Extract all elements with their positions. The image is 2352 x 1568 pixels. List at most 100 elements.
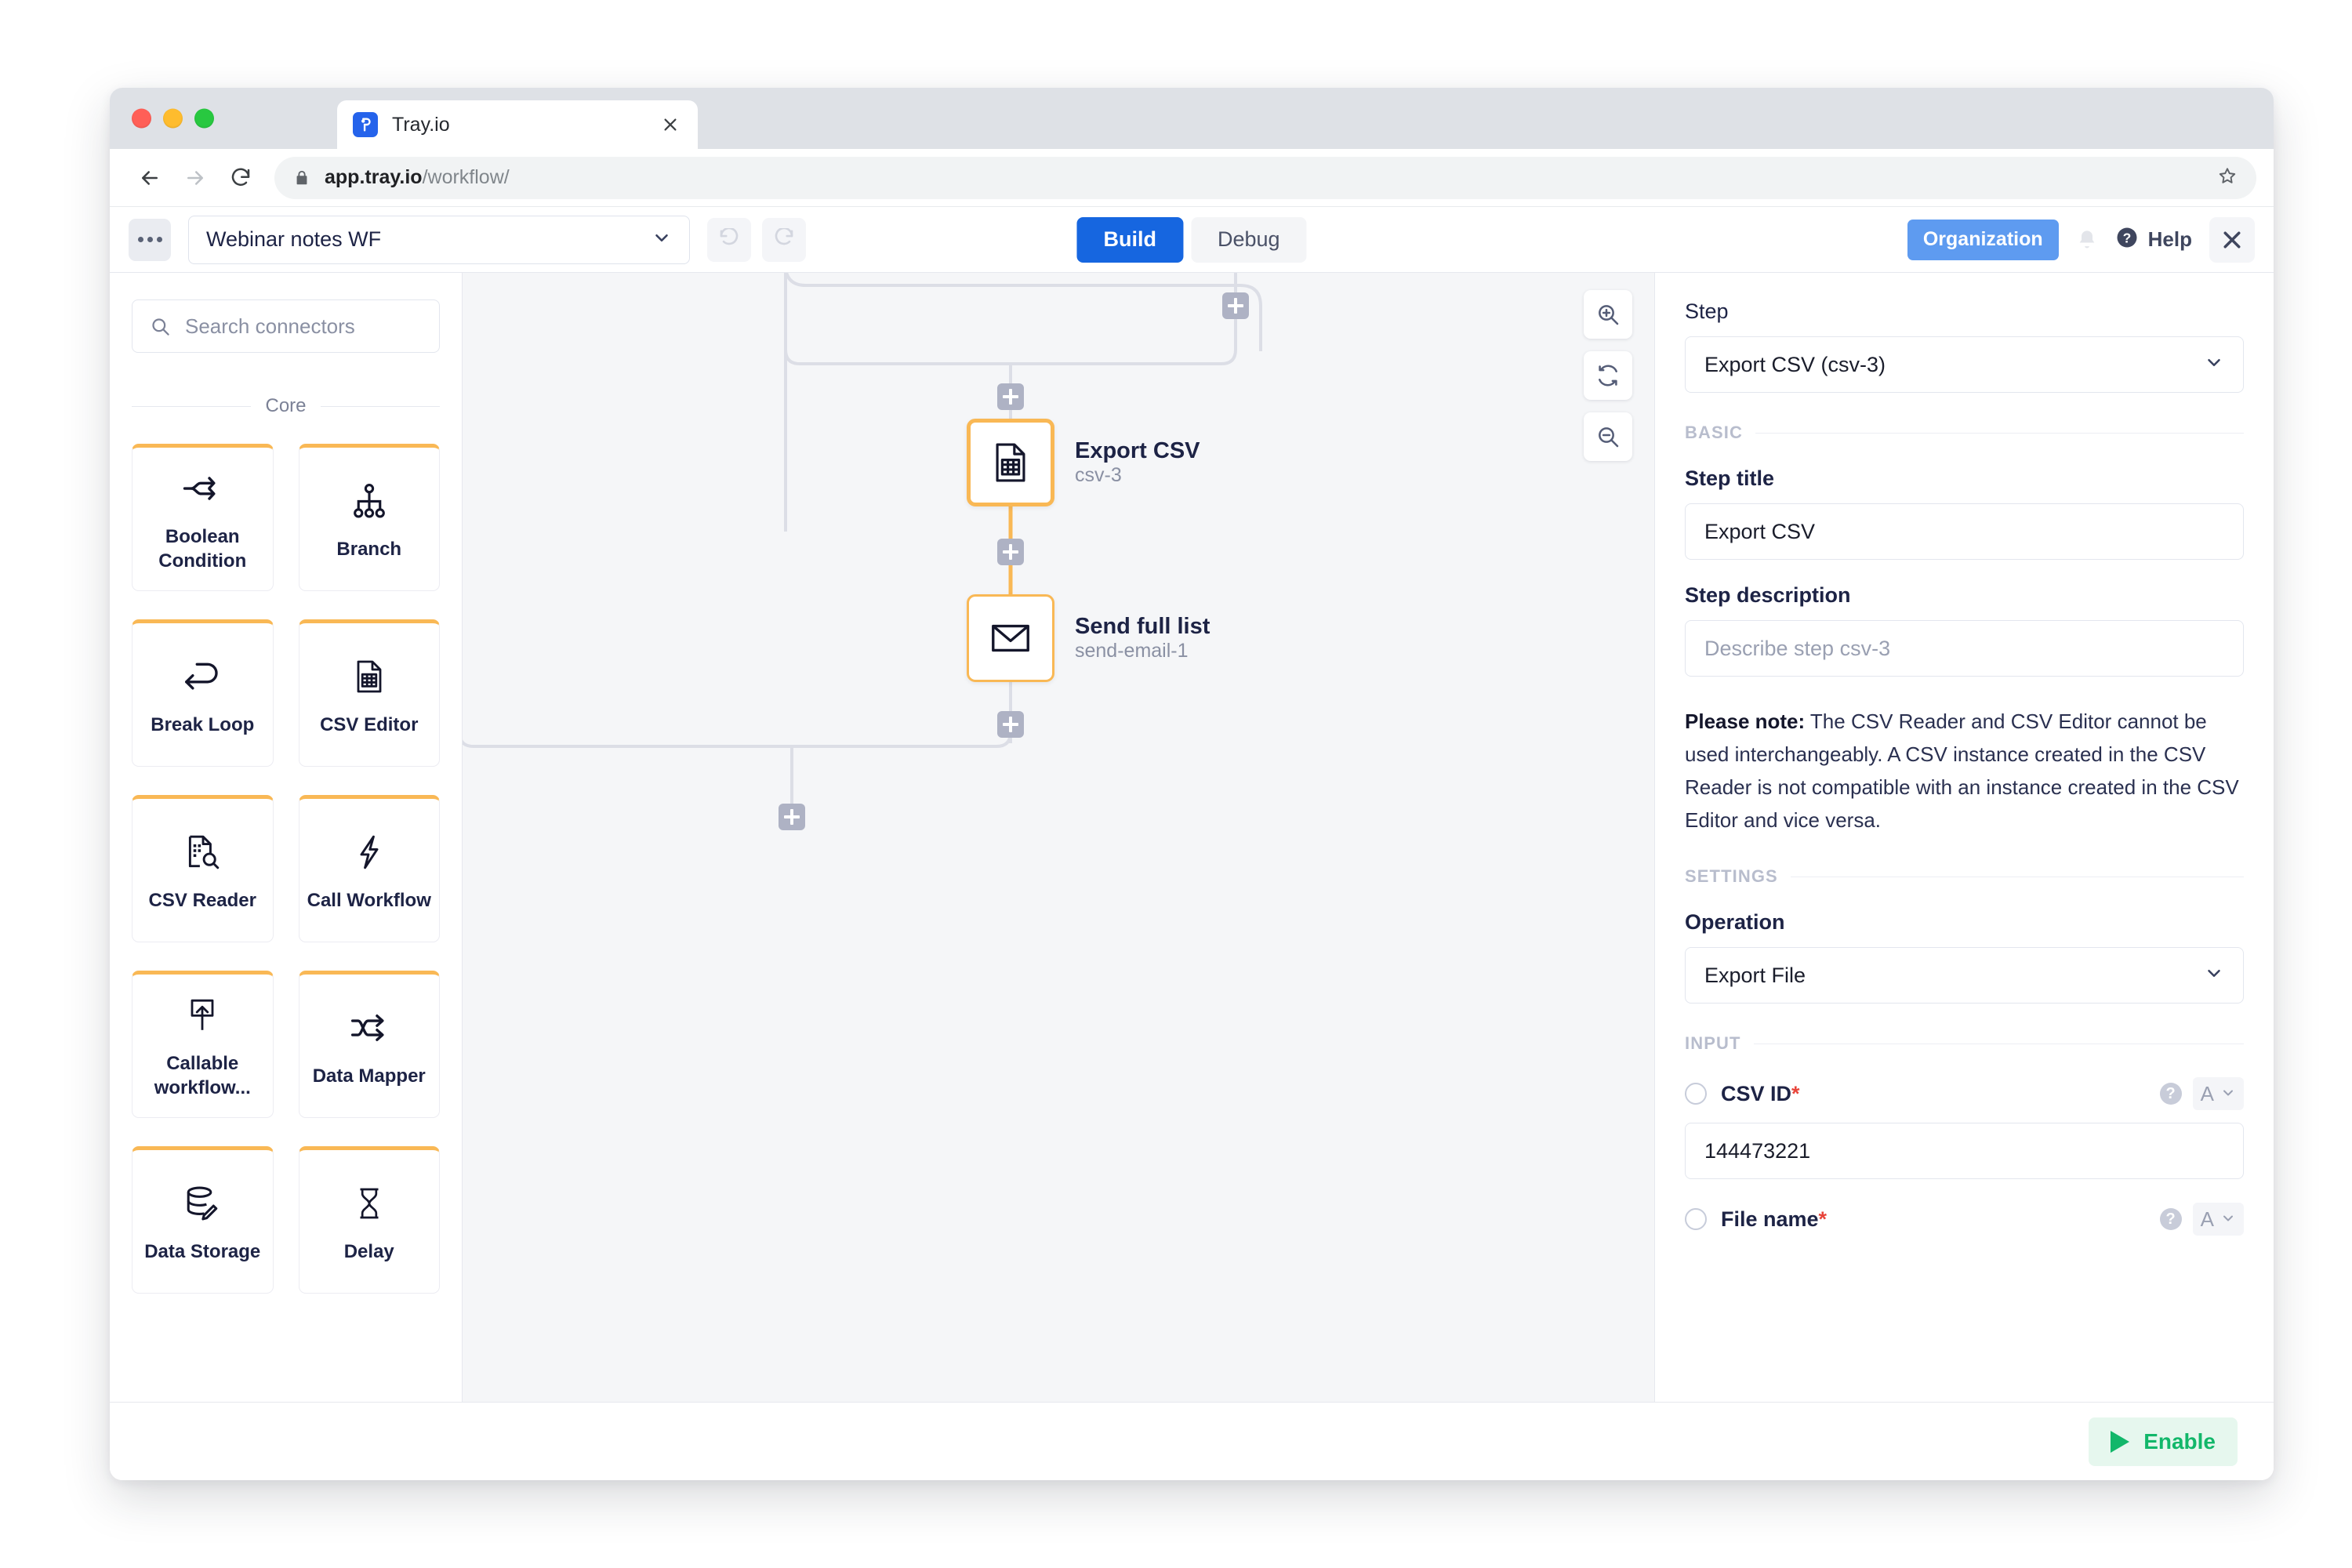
workflow-canvas[interactable]: Export CSV csv-3 Send full list send — [463, 273, 1654, 1402]
url-input[interactable]: app.tray.io/workflow/ — [274, 157, 2256, 199]
radio-unchecked-icon[interactable] — [1685, 1208, 1707, 1230]
branch-tree-icon — [350, 477, 389, 525]
app-body: Search connectors Core — [110, 273, 2274, 1402]
step-select[interactable]: Export CSV (csv-3) — [1685, 336, 2244, 393]
input-row-tools: ? A — [2160, 1077, 2244, 1110]
input-row-file-name: File name* ? A — [1685, 1203, 2244, 1236]
operation-select[interactable]: Export File — [1685, 947, 2244, 1004]
connector-card-label: Branch — [336, 538, 401, 562]
connector-card-boolean-condition[interactable]: Boolean Condition — [132, 444, 274, 591]
fit-view-icon[interactable] — [1584, 351, 1632, 400]
step-select-value: Export CSV (csv-3) — [1704, 353, 1886, 377]
undo-icon[interactable] — [707, 218, 751, 262]
add-step-button[interactable] — [997, 711, 1024, 738]
help-label: Help — [2148, 227, 2192, 252]
shuffle-icon — [348, 1004, 390, 1052]
enable-button[interactable]: Enable — [2089, 1417, 2238, 1466]
connector-card-csv-reader[interactable]: CSV Reader — [132, 795, 274, 942]
connector-card-label: Callable workflow... — [139, 1052, 267, 1100]
svg-text:?: ? — [2122, 230, 2131, 246]
arrow-left-icon[interactable] — [127, 155, 172, 201]
input-row-tools: ? A — [2160, 1203, 2244, 1236]
connector-card-data-storage[interactable]: Data Storage — [132, 1146, 274, 1294]
hourglass-icon — [351, 1179, 387, 1228]
input-row-csv-id: CSV ID* ? A — [1685, 1077, 2244, 1110]
search-connectors-input[interactable]: Search connectors — [132, 299, 440, 353]
loop-arrow-icon — [181, 652, 223, 701]
workflow-name-select[interactable]: Webinar notes WF — [188, 216, 690, 264]
close-icon[interactable] — [659, 113, 682, 136]
workflow-node-meta: Send full list send-email-1 — [1075, 614, 1210, 662]
help-button[interactable]: ? Help — [2115, 226, 2192, 253]
add-step-button[interactable] — [1222, 292, 1249, 319]
connector-card-label: Boolean Condition — [139, 525, 267, 573]
workflow-name-label: Webinar notes WF — [206, 227, 381, 252]
connector-card-label: CSV Reader — [149, 889, 256, 913]
value-type-selector[interactable]: A — [2193, 1077, 2244, 1110]
step-description-placeholder: Describe step csv-3 — [1704, 637, 1890, 661]
section-header-basic: BASIC — [1685, 423, 2244, 443]
csv-document-icon — [967, 419, 1054, 506]
redo-icon[interactable] — [762, 218, 806, 262]
tab-build[interactable]: Build — [1076, 217, 1183, 263]
tab-debug[interactable]: Debug — [1191, 217, 1307, 263]
csv-search-icon — [183, 828, 222, 877]
workflow-node-subtitle: send-email-1 — [1075, 640, 1189, 662]
connector-card-callable-workflow[interactable]: Callable workflow... — [132, 971, 274, 1118]
reload-icon[interactable] — [218, 155, 263, 201]
divider — [321, 406, 440, 407]
star-icon[interactable] — [2217, 165, 2238, 190]
ellipsis-icon[interactable] — [129, 219, 171, 261]
value-type-selector[interactable]: A — [2193, 1203, 2244, 1236]
connector-card-call-workflow[interactable]: Call Workflow — [299, 795, 441, 942]
operation-label: Operation — [1685, 910, 2244, 935]
maximize-window-button[interactable] — [194, 109, 214, 129]
workflow-node-subtitle: csv-3 — [1075, 464, 1122, 486]
step-description-label: Step description — [1685, 583, 2244, 608]
lock-icon — [293, 169, 310, 187]
close-workflow-button[interactable] — [2209, 217, 2255, 263]
step-title-input[interactable]: Export CSV — [1685, 503, 2244, 560]
tray-logo-icon — [353, 112, 378, 137]
connector-group-label: Core — [265, 395, 306, 417]
zoom-out-icon[interactable] — [1584, 412, 1632, 461]
connector-card-delay[interactable]: Delay — [299, 1146, 441, 1294]
workflow-node-export-csv[interactable]: Export CSV csv-3 — [967, 419, 1200, 506]
connector-card-csv-editor[interactable]: CSV Editor — [299, 619, 441, 767]
browser-urlbar: app.tray.io/workflow/ — [110, 149, 2274, 207]
step-note-lead: Please note: — [1685, 710, 1805, 733]
question-circle-icon[interactable]: ? — [2160, 1083, 2182, 1105]
url-text: app.tray.io/workflow/ — [325, 166, 510, 189]
operation-value: Export File — [1704, 964, 1806, 988]
close-window-button[interactable] — [132, 109, 151, 129]
connector-card-label: Call Workflow — [307, 889, 431, 913]
organization-badge[interactable]: Organization — [1907, 220, 2059, 260]
add-step-button[interactable] — [997, 539, 1024, 565]
section-title: SETTINGS — [1685, 866, 1778, 887]
chevron-down-icon — [652, 227, 672, 252]
toolbar-right-group: Organization ? Help — [1907, 217, 2255, 263]
add-step-button[interactable] — [779, 804, 805, 830]
question-circle-icon[interactable]: ? — [2160, 1208, 2182, 1230]
bell-icon[interactable] — [2076, 229, 2098, 251]
workflow-node-title: Send full list — [1075, 614, 1210, 639]
step-description-input[interactable]: Describe step csv-3 — [1685, 620, 2244, 677]
browser-tab[interactable]: Tray.io — [337, 100, 698, 149]
connector-card-data-mapper[interactable]: Data Mapper — [299, 971, 441, 1118]
zoom-in-icon[interactable] — [1584, 290, 1632, 339]
connector-grid: Boolean Condition Branch — [132, 444, 440, 1294]
workflow-node-send-full-list[interactable]: Send full list send-email-1 — [967, 594, 1210, 682]
connector-card-break-loop[interactable]: Break Loop — [132, 619, 274, 767]
connector-card-label: Data Storage — [144, 1240, 260, 1265]
canvas-zoom-controls — [1584, 290, 1632, 461]
divider — [132, 406, 251, 407]
csv-document-icon — [350, 652, 388, 701]
radio-unchecked-icon[interactable] — [1685, 1083, 1707, 1105]
section-header-input: INPUT — [1685, 1033, 2244, 1054]
workflow-node-meta: Export CSV csv-3 — [1075, 438, 1200, 487]
input-label: CSV ID* — [1721, 1082, 1800, 1106]
add-step-button[interactable] — [997, 383, 1024, 410]
csv-id-input[interactable]: 144473221 — [1685, 1123, 2244, 1179]
minimize-window-button[interactable] — [163, 109, 183, 129]
connector-card-branch[interactable]: Branch — [299, 444, 441, 591]
